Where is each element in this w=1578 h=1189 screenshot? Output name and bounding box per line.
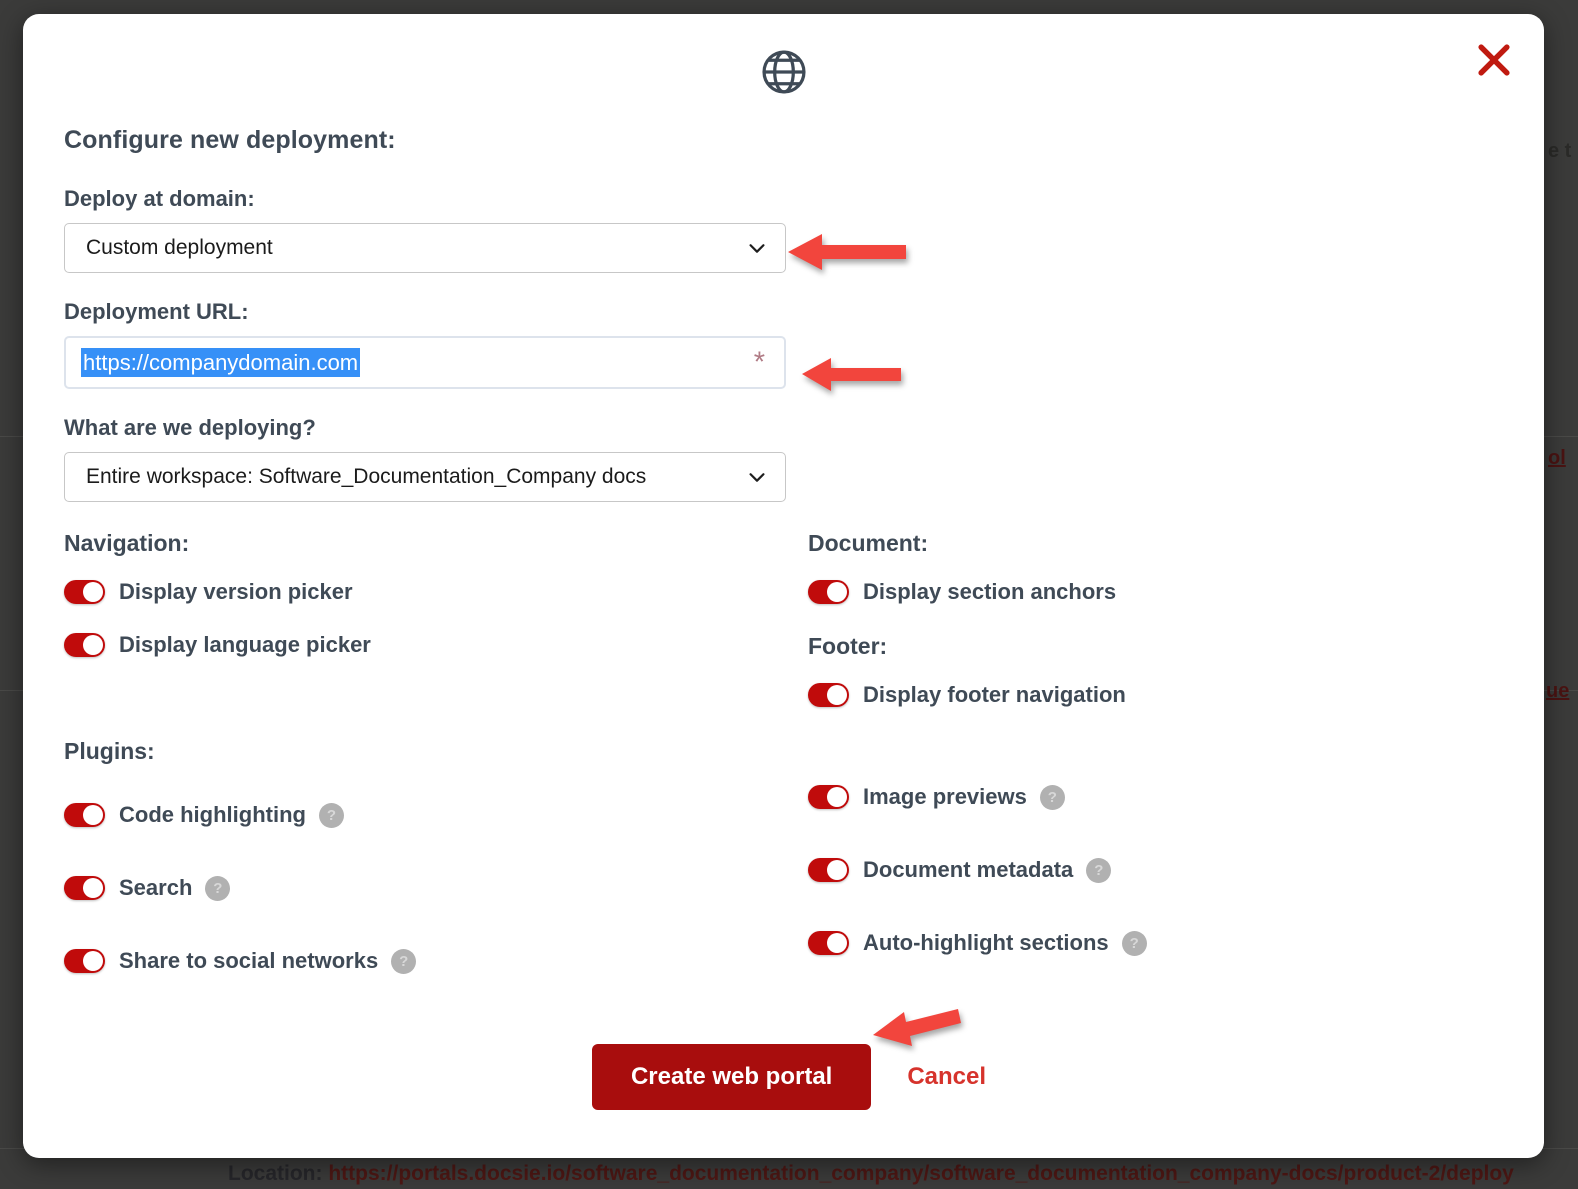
toggle-row-display-version-picker[interactable]: Display version picker bbox=[64, 577, 784, 607]
toggle-label: Document metadata bbox=[863, 857, 1074, 882]
deploy-at-domain-label: Deploy at domain: bbox=[64, 186, 255, 211]
navigation-heading: Navigation: bbox=[64, 530, 190, 556]
toggle-search[interactable] bbox=[64, 876, 105, 900]
plugins-heading: Plugins: bbox=[64, 738, 155, 764]
navigation-options-column: Navigation: Display version picker Displ… bbox=[64, 530, 784, 683]
toggle-row-image-previews[interactable]: Image previews ? bbox=[808, 782, 1508, 812]
toggle-image-previews[interactable] bbox=[808, 785, 849, 809]
deploy-at-domain-field: Deploy at domain: Custom deployment bbox=[64, 186, 1514, 273]
toggle-row-code-highlighting[interactable]: Code highlighting ? bbox=[64, 800, 784, 830]
deploy-at-domain-value[interactable]: Custom deployment bbox=[64, 223, 786, 273]
help-icon[interactable]: ? bbox=[391, 948, 417, 974]
toggle-row-search[interactable]: Search ? bbox=[64, 873, 784, 903]
toggle-display-language-picker[interactable] bbox=[64, 633, 105, 657]
document-heading: Document: bbox=[808, 530, 929, 556]
deployment-target-label: What are we deploying? bbox=[64, 415, 316, 440]
toggle-document-metadata[interactable] bbox=[808, 858, 849, 882]
deployment-configuration-dialog: Configure new deployment: Deploy at doma… bbox=[23, 14, 1544, 1158]
required-asterisk-icon: * bbox=[753, 346, 765, 378]
toggle-label: Image previews bbox=[863, 784, 1027, 809]
plugins-left-column: Plugins: Code highlighting ? Search ? Sh… bbox=[64, 738, 784, 1019]
deployment-target-select[interactable]: Entire workspace: Software_Documentation… bbox=[64, 452, 786, 502]
toggle-auto-highlight-sections[interactable] bbox=[808, 931, 849, 955]
toggle-label: Display footer navigation bbox=[863, 682, 1126, 707]
document-footer-options-column: Document: Display section anchors Footer… bbox=[808, 530, 1508, 733]
location-label: Location: bbox=[228, 1162, 323, 1185]
deployment-url-label: Deployment URL: bbox=[64, 299, 249, 324]
deployment-url-field: Deployment URL: https://companydomain.co… bbox=[64, 299, 1514, 389]
background-text-fragment: e t bbox=[1548, 140, 1572, 162]
create-web-portal-button[interactable]: Create web portal bbox=[591, 1044, 872, 1110]
help-icon[interactable]: ? bbox=[318, 802, 344, 828]
background-link-fragment[interactable]: ol bbox=[1548, 447, 1566, 470]
toggle-display-footer-navigation[interactable] bbox=[808, 683, 849, 707]
footer-heading: Footer: bbox=[808, 633, 888, 659]
toggle-label: Code highlighting bbox=[119, 802, 306, 827]
toggle-code-highlighting[interactable] bbox=[64, 803, 105, 827]
toggle-display-section-anchors[interactable] bbox=[808, 580, 849, 604]
close-icon[interactable] bbox=[1472, 38, 1516, 82]
deployment-target-value[interactable]: Entire workspace: Software_Documentation… bbox=[64, 452, 786, 502]
toggle-row-auto-highlight-sections[interactable]: Auto-highlight sections ? bbox=[808, 928, 1508, 958]
toggle-row-document-metadata[interactable]: Document metadata ? bbox=[808, 855, 1508, 885]
toggle-label: Display version picker bbox=[119, 579, 353, 604]
toggle-row-display-section-anchors[interactable]: Display section anchors bbox=[808, 577, 1508, 607]
page-title: Configure new deployment: bbox=[64, 126, 396, 154]
location-url[interactable]: https://portals.docsie.io/software_docum… bbox=[328, 1162, 1514, 1185]
toggle-label: Auto-highlight sections bbox=[863, 930, 1109, 955]
background-link-fragment[interactable]: ue bbox=[1546, 680, 1569, 703]
toggle-label: Display section anchors bbox=[863, 579, 1117, 604]
deployment-target-field: What are we deploying? Entire workspace:… bbox=[64, 415, 1514, 502]
help-icon[interactable]: ? bbox=[1039, 784, 1065, 810]
help-icon[interactable]: ? bbox=[1086, 857, 1112, 883]
globe-icon bbox=[761, 50, 806, 94]
deployment-form: Configure new deployment: Deploy at doma… bbox=[64, 126, 1514, 1158]
deploy-at-domain-select[interactable]: Custom deployment bbox=[64, 223, 786, 273]
deployment-url-value[interactable]: https://companydomain.com bbox=[81, 347, 361, 378]
cancel-button[interactable]: Cancel bbox=[907, 1063, 986, 1091]
background-location-line: Location: https://portals.docsie.io/soft… bbox=[228, 1162, 1514, 1186]
plugins-right-column: Image previews ? Document metadata ? Aut… bbox=[808, 782, 1508, 1001]
toggle-label: Search bbox=[119, 875, 193, 900]
toggle-label: Display language picker bbox=[119, 632, 371, 657]
toggle-row-share-to-social-networks[interactable]: Share to social networks ? bbox=[64, 946, 784, 976]
toggle-display-version-picker[interactable] bbox=[64, 580, 105, 604]
help-icon[interactable]: ? bbox=[205, 875, 231, 901]
toggle-label: Share to social networks bbox=[119, 948, 379, 973]
toggle-share-to-social-networks[interactable] bbox=[64, 949, 105, 973]
help-icon[interactable]: ? bbox=[1121, 930, 1147, 956]
toggle-row-display-footer-navigation[interactable]: Display footer navigation bbox=[808, 680, 1508, 710]
deployment-url-input[interactable]: https://companydomain.com * bbox=[64, 336, 786, 389]
toggle-row-display-language-picker[interactable]: Display language picker bbox=[64, 630, 784, 660]
dialog-actions: Create web portal Cancel bbox=[64, 1044, 1514, 1110]
